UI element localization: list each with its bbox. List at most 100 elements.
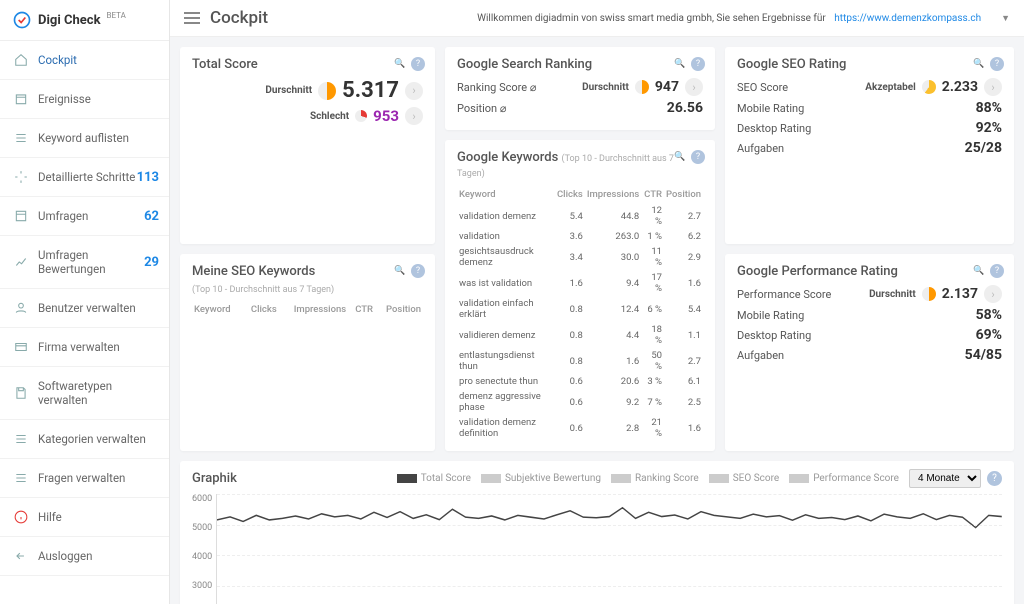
welcome-prefix: Willkommen digiadmin von swiss smart med… bbox=[477, 13, 826, 24]
arrow-button[interactable]: › bbox=[685, 78, 703, 96]
arrow-button[interactable]: › bbox=[405, 82, 423, 100]
perf-title: Google Performance Rating bbox=[737, 264, 1002, 279]
topbar: Cockpit Willkommen digiadmin von swiss s… bbox=[170, 0, 1024, 37]
sidebar-badge: 62 bbox=[144, 209, 159, 224]
legend-label: Total Score bbox=[421, 473, 471, 484]
logo-icon bbox=[12, 10, 32, 30]
sidebar-item-label: Cockpit bbox=[38, 53, 77, 67]
card-total-score: 🔍? Total Score Durschnitt 5.317 › Schlec… bbox=[180, 47, 435, 244]
position-label: Position ⌀ bbox=[457, 102, 506, 115]
chartline-icon bbox=[14, 255, 28, 269]
legend-item[interactable]: Subjektive Bewertung bbox=[481, 473, 601, 484]
help-icon[interactable]: ? bbox=[990, 57, 1004, 71]
card-icon bbox=[14, 340, 28, 354]
legend-label: SEO Score bbox=[733, 473, 779, 484]
arrow-button[interactable]: › bbox=[405, 107, 423, 125]
sidebar-item-kategorien[interactable]: Kategorien verwalten bbox=[0, 420, 169, 459]
table-row: validation demenz5.444.812 %2.7 bbox=[457, 203, 703, 229]
position-value: 26.56 bbox=[667, 100, 703, 116]
mk-subtitle: (Top 10 - Durchschnitt aus 7 Tagen) bbox=[192, 285, 423, 295]
arrow-button[interactable]: › bbox=[984, 285, 1002, 303]
sidebar-item-label: Umfragen Bewertungen bbox=[38, 248, 155, 276]
target-icon bbox=[14, 170, 28, 184]
sidebar-item-umfragen-bew[interactable]: Umfragen Bewertungen29 bbox=[0, 236, 169, 289]
col-keyword: Keyword bbox=[192, 301, 242, 345]
table-row: entlastungsdienst thun0.81.650 %2.7 bbox=[457, 348, 703, 374]
gauge-icon bbox=[922, 80, 936, 94]
welcome-url-link[interactable]: https://www.demenzkompass.ch bbox=[834, 13, 981, 24]
card-search-ranking: 🔍? Google Search Ranking Ranking Score ⌀… bbox=[445, 47, 715, 130]
magnify-icon[interactable]: 🔍 bbox=[393, 264, 407, 278]
magnify-icon[interactable]: 🔍 bbox=[673, 150, 687, 164]
table-row: gesichtsausdruck demenz3.430.011 %2.9 bbox=[457, 244, 703, 270]
bad-label: Schlecht bbox=[310, 111, 349, 122]
sidebar-item-label: Umfragen bbox=[38, 209, 88, 223]
col-impressions: Impressions bbox=[279, 301, 348, 345]
ranking-score-value: 947 bbox=[655, 79, 679, 95]
sidebar-item-label: Benutzer verwalten bbox=[38, 301, 136, 315]
sidebar-item-label: Kategorien verwalten bbox=[38, 432, 146, 446]
sidebar-item-schritte[interactable]: Detaillierte Schritte113 bbox=[0, 158, 169, 197]
help-icon[interactable]: ? bbox=[691, 150, 705, 164]
bad-value: 953 bbox=[373, 107, 399, 125]
help-icon[interactable]: ? bbox=[411, 57, 425, 71]
sidebar-item-umfragen[interactable]: Umfragen 62 bbox=[0, 197, 169, 236]
col-position: Position bbox=[375, 301, 423, 345]
magnify-icon[interactable]: 🔍 bbox=[393, 57, 407, 71]
sidebar-item-label: Hilfe bbox=[38, 510, 62, 524]
legend-item[interactable]: Ranking Score bbox=[611, 473, 699, 484]
seo-desktop-value: 92% bbox=[976, 120, 1002, 136]
sidebar-item-label: Softwaretypen verwalten bbox=[38, 379, 155, 407]
sidebar-item-benutzer[interactable]: Benutzer verwalten bbox=[0, 289, 169, 328]
account-dropdown-icon[interactable]: ▼ bbox=[1001, 13, 1010, 24]
help-icon[interactable]: ? bbox=[987, 471, 1002, 486]
table-row: validation einfach erklärt0.812.46 %5.4 bbox=[457, 296, 703, 322]
mk-title-text: Meine SEO Keywords bbox=[192, 264, 315, 279]
table-row: pro senectute thun0.620.63 %6.1 bbox=[457, 374, 703, 389]
legend-swatch bbox=[789, 474, 809, 483]
sidebar-item-firma[interactable]: Firma verwalten bbox=[0, 328, 169, 367]
sidebar-item-keyword[interactable]: Keyword auflisten bbox=[0, 119, 169, 158]
card-performance-rating: 🔍? Google Performance Rating Performance… bbox=[725, 254, 1014, 451]
col-ctr: CTR bbox=[641, 186, 664, 203]
perf-avg-label: Durschnitt bbox=[869, 289, 916, 300]
col-ctr: CTR bbox=[348, 301, 375, 345]
rows-icon bbox=[14, 432, 28, 446]
sidebar-item-hilfe[interactable]: Hilfe bbox=[0, 498, 169, 537]
help-icon[interactable]: ? bbox=[411, 264, 425, 278]
table-row: demenz aggressive phase0.69.27 %2.5 bbox=[457, 389, 703, 415]
user-icon bbox=[14, 301, 28, 315]
period-select[interactable]: 4 Monate bbox=[909, 469, 981, 488]
help-icon[interactable]: ? bbox=[990, 264, 1004, 278]
sidebar-item-ausloggen[interactable]: Ausloggen bbox=[0, 537, 169, 576]
arrow-button[interactable]: › bbox=[984, 78, 1002, 96]
avg-label: Durschnitt bbox=[265, 85, 312, 96]
sidebar-item-label: Firma verwalten bbox=[38, 340, 120, 354]
legend-label: Subjektive Bewertung bbox=[505, 473, 601, 484]
sidebar: Digi Check BETA CockpitEreignisseKeyword… bbox=[0, 0, 170, 604]
legend-swatch bbox=[481, 474, 501, 483]
list-icon bbox=[14, 131, 28, 145]
magnify-icon[interactable]: 🔍 bbox=[972, 57, 986, 71]
sidebar-item-fragen[interactable]: Fragen verwalten bbox=[0, 459, 169, 498]
my-keywords-table: Keyword Clicks Impressions CTR Position bbox=[192, 301, 423, 345]
perf-tasks-value: 54/85 bbox=[965, 347, 1002, 363]
col-clicks: Clicks bbox=[242, 301, 279, 345]
table-row: validieren demenz0.84.418 %1.1 bbox=[457, 322, 703, 348]
card-google-keywords: 🔍? Google Keywords (Top 10 - Durchschnit… bbox=[445, 140, 715, 451]
perf-score-value: 2.137 bbox=[942, 286, 978, 302]
legend-swatch bbox=[397, 474, 417, 483]
sidebar-badge: 113 bbox=[137, 170, 159, 185]
help-icon[interactable]: ? bbox=[691, 57, 705, 71]
sidebar-item-ereignisse[interactable]: Ereignisse bbox=[0, 80, 169, 119]
legend-item[interactable]: SEO Score bbox=[709, 473, 779, 484]
menu-toggle-icon[interactable] bbox=[184, 12, 200, 24]
sidebar-item-label: Keyword auflisten bbox=[38, 131, 129, 145]
ranking-score-label: Ranking Score ⌀ bbox=[457, 81, 536, 94]
sidebar-item-software[interactable]: Softwaretypen verwalten bbox=[0, 367, 169, 420]
sidebar-item-cockpit[interactable]: Cockpit bbox=[0, 41, 169, 80]
legend-item[interactable]: Total Score bbox=[397, 473, 471, 484]
magnify-icon[interactable]: 🔍 bbox=[972, 264, 986, 278]
legend-item[interactable]: Performance Score bbox=[789, 473, 899, 484]
magnify-icon[interactable]: 🔍 bbox=[673, 57, 687, 71]
